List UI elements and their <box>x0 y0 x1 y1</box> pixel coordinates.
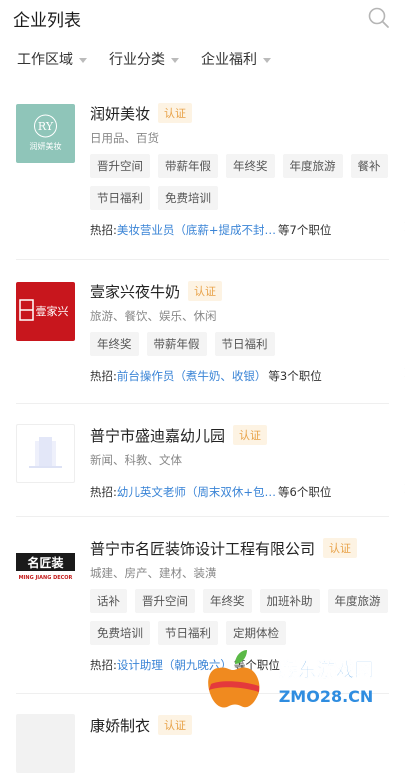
verified-badge: 认证 <box>323 538 358 558</box>
company-logo: 名匠装 MING JIANG DECOR <box>16 537 75 596</box>
verified-badge: 认证 <box>158 715 193 735</box>
ry-logo-icon: RY 润妍美妆 <box>30 114 62 151</box>
building-placeholder-icon <box>29 437 62 468</box>
caret-down-icon <box>171 57 179 63</box>
search-icon[interactable] <box>367 6 391 30</box>
hot-label: 热招: <box>90 223 117 237</box>
svg-text:MING JIANG DECOR: MING JIANG DECOR <box>19 575 73 581</box>
verified-badge: 认证 <box>188 281 223 301</box>
company-name: 普宁市盛迪嘉幼儿园 <box>90 426 226 445</box>
company-industry: 新闻、科教、文体 <box>90 453 182 467</box>
verified-badge: 认证 <box>233 425 268 445</box>
company-name: 壹家兴夜牛奶 <box>90 282 181 301</box>
benefit-tag: 晋升空间 <box>90 154 150 178</box>
yjx-logo-icon: 壹家兴 <box>19 299 69 321</box>
hot-job-link[interactable]: 美妆营业员（底薪+提成不封… <box>117 222 276 238</box>
chevron-right-icon <box>400 367 405 378</box>
benefit-tag: 免费培训 <box>90 621 150 645</box>
svg-text:ZMO28.CN: ZMO28.CN <box>279 687 374 706</box>
hot-job-count: 等6个职位 <box>278 485 332 499</box>
company-logo: 壹家兴 <box>16 282 75 341</box>
site-watermark: 猴东游戏网 ZMO28.CN <box>208 650 374 708</box>
benefit-tag: 年度旅游 <box>282 154 343 178</box>
filter-industry[interactable]: 行业分类 <box>109 49 179 69</box>
hot-job-count: 等3个职位 <box>268 369 322 383</box>
filter-label: 工作区域 <box>17 52 73 68</box>
benefit-tags: 晋升空间 带薪年假 年终奖 年度旅游 餐补 节日福利 免费培训 <box>90 154 390 210</box>
verified-badge: 认证 <box>158 103 193 123</box>
caret-down-icon <box>263 57 271 63</box>
hot-jobs-row[interactable]: 热招: 美妆营业员（底薪+提成不封… 等7个职位 <box>90 220 405 240</box>
benefit-tag: 年终奖 <box>90 332 139 356</box>
company-logo: RY 润妍美妆 <box>16 104 75 163</box>
filter-work-area[interactable]: 工作区域 <box>17 49 87 69</box>
filter-benefits[interactable]: 企业福利 <box>201 49 271 69</box>
svg-text:名匠装: 名匠装 <box>27 555 63 570</box>
mingjiang-logo-icon: 名匠装 MING JIANG DECOR <box>16 553 75 581</box>
svg-text:RY: RY <box>38 120 54 133</box>
svg-text:壹家兴: 壹家兴 <box>36 304 69 318</box>
filter-label: 行业分类 <box>109 52 165 68</box>
chevron-right-icon <box>400 483 405 494</box>
hot-jobs-row[interactable]: 热招: 幼儿英文老师（周末双休+包… 等6个职位 <box>90 482 405 502</box>
company-card[interactable]: 普宁市盛迪嘉幼儿园 认证 新闻、科教、文体 热招: 幼儿英文老师（周末双休+包…… <box>16 404 405 517</box>
filter-bar: 工作区域 行业分类 企业福利 <box>0 36 405 82</box>
page-title: 企业列表 <box>13 11 81 31</box>
benefit-tag: 加班补助 <box>259 589 320 613</box>
company-industry: 旅游、餐饮、娱乐、休闲 <box>90 309 217 323</box>
benefit-tag: 餐补 <box>350 154 388 178</box>
chevron-right-icon <box>400 221 405 232</box>
header: 企业列表 <box>0 0 405 36</box>
benefit-tag: 节日福利 <box>214 332 275 356</box>
filter-label: 企业福利 <box>201 52 257 68</box>
benefit-tag: 免费培训 <box>158 186 218 210</box>
benefit-tags: 话补 晋升空间 年终奖 加班补助 年度旅游 免费培训 节日福利 定期体检 <box>90 589 390 645</box>
caret-down-icon <box>79 57 87 63</box>
hot-job-link[interactable]: 前台操作员（煮牛奶、收银） <box>117 368 267 384</box>
hot-job-count: 等7个职位 <box>278 223 332 237</box>
hot-label: 热招: <box>90 485 117 499</box>
company-name: 康娇制衣 <box>90 716 151 735</box>
company-card[interactable]: RY 润妍美妆 润妍美妆 认证 日用品、百货 晋升空间 带薪年假 年终奖 年度旅… <box>16 100 405 260</box>
benefit-tag: 话补 <box>90 589 127 613</box>
benefit-tag: 晋升空间 <box>135 589 195 613</box>
benefit-tags: 年终奖 带薪年假 节日福利 <box>90 332 390 356</box>
hot-job-link[interactable]: 幼儿英文老师（周末双休+包… <box>117 484 276 500</box>
hot-label: 热招: <box>90 658 117 672</box>
svg-text:猴东游戏网: 猴东游戏网 <box>278 658 373 681</box>
benefit-tag: 带薪年假 <box>146 332 207 356</box>
company-logo <box>16 714 75 773</box>
hot-jobs-row[interactable]: 热招: 前台操作员（煮牛奶、收银） 等3个职位 <box>90 366 405 386</box>
company-logo <box>16 424 75 483</box>
company-card[interactable]: 壹家兴 壹家兴夜牛奶 认证 旅游、餐饮、娱乐、休闲 年终奖 带薪年假 节日福利 … <box>16 260 405 404</box>
svg-text:润妍美妆: 润妍美妆 <box>30 141 62 151</box>
apple-logo-icon <box>208 650 260 708</box>
company-industry: 城建、房产、建材、装潢 <box>90 566 217 580</box>
company-name: 润妍美妆 <box>90 104 151 123</box>
company-industry: 日用品、百货 <box>90 131 159 145</box>
hot-label: 热招: <box>90 369 117 383</box>
benefit-tag: 节日福利 <box>90 186 150 210</box>
benefit-tag: 年度旅游 <box>327 589 388 613</box>
benefit-tag: 带薪年假 <box>158 154 218 178</box>
benefit-tag: 年终奖 <box>226 154 275 178</box>
benefit-tag: 年终奖 <box>203 589 252 613</box>
company-name: 普宁市名匠装饰设计工程有限公司 <box>90 539 316 558</box>
